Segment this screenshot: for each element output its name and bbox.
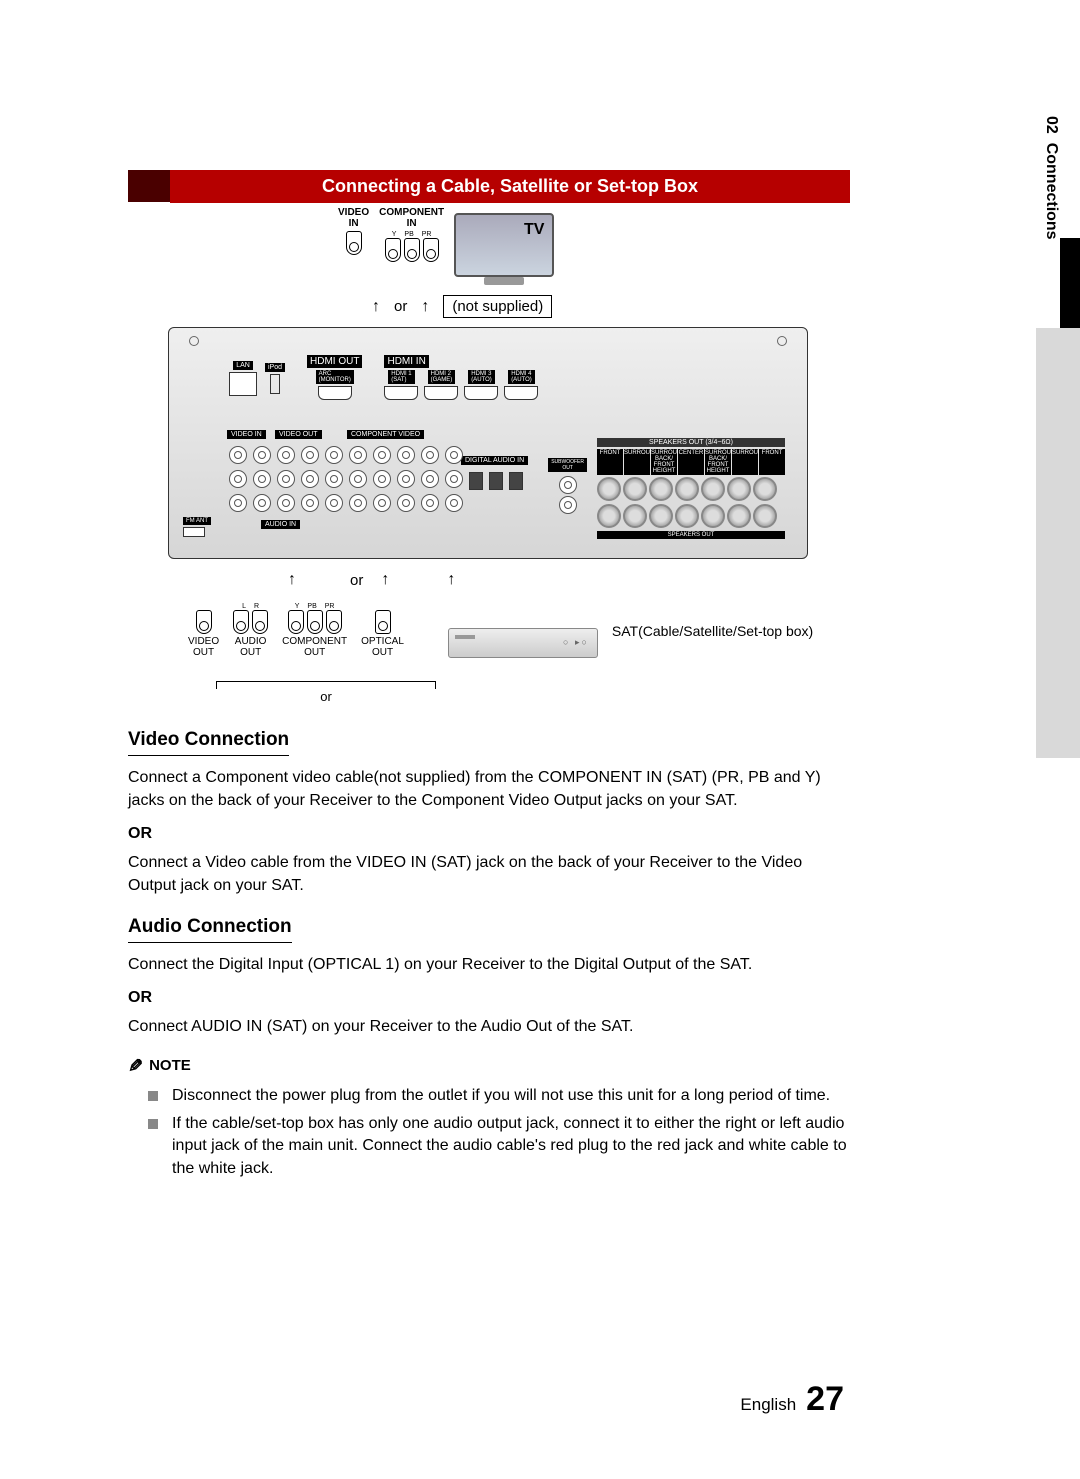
note-item: Disconnect the power plug from the outle… bbox=[172, 1085, 850, 1107]
tv-label: TV bbox=[524, 221, 544, 239]
rca-jack bbox=[385, 238, 401, 262]
digital-audio-section-label: DIGITAL AUDIO IN bbox=[461, 456, 528, 465]
pin-y: Y bbox=[392, 231, 397, 238]
hdmi-port: HDMI 1(SAT) bbox=[384, 370, 418, 402]
subwoofer-out: SUBWOOFEROUT bbox=[548, 458, 587, 514]
chapter-label: 02 Connections bbox=[1036, 98, 1060, 328]
chapter-number: 02 bbox=[1043, 116, 1060, 134]
or-text: or bbox=[350, 572, 363, 589]
component-section-label: COMPONENT VIDEO bbox=[347, 430, 424, 439]
or-word: OR bbox=[128, 986, 850, 1009]
component-in-block: COMPONENTIN Y PB PR bbox=[379, 207, 444, 262]
arrow-up-icon: ↑ bbox=[381, 571, 389, 589]
hdmi-port: HDMI 2(GAME) bbox=[424, 370, 458, 402]
header-accent bbox=[128, 170, 170, 202]
arrow-up-icon: ↑ bbox=[372, 298, 380, 316]
hdmi-out-port: ARC(MONITOR) bbox=[307, 370, 362, 402]
speaker-terminals: SPEAKERS OUT (3/4~6Ω) FRONT SURROUND SUR… bbox=[597, 438, 785, 539]
or-text: or bbox=[320, 689, 332, 704]
lower-arrow-row: ↑ or ↑ ↑ bbox=[288, 571, 455, 589]
speaker-title: SPEAKERS OUT (3/4~6Ω) bbox=[597, 438, 785, 447]
rca-grid bbox=[229, 446, 467, 516]
video-connection-heading: Video Connection bbox=[128, 726, 289, 756]
hdmi-in-label: HDMI IN bbox=[384, 355, 428, 368]
chapter-tab: 02 Connections bbox=[1036, 98, 1080, 328]
note-label: NOTE bbox=[149, 1055, 191, 1077]
ipod-port: iPod bbox=[265, 363, 285, 394]
arrow-up-icon: ↑ bbox=[288, 571, 296, 589]
pencil-icon: ✎ bbox=[128, 1053, 143, 1079]
optical-ports bbox=[469, 472, 523, 490]
rca-jack bbox=[423, 238, 439, 262]
pin-pb: PB bbox=[404, 231, 413, 238]
footer-lang: English bbox=[740, 1395, 796, 1415]
section-header-text: Connecting a Cable, Satellite or Set-top… bbox=[322, 176, 698, 196]
sat-box-label: SAT(Cable/Satellite/Set-top box) bbox=[612, 623, 813, 639]
note-list: Disconnect the power plug from the outle… bbox=[128, 1085, 850, 1181]
hdmi-out-label: HDMI OUT bbox=[307, 355, 362, 368]
arrow-up-icon: ↑ bbox=[421, 298, 429, 316]
hdmi-port: HDMI 4(AUTO) bbox=[504, 370, 538, 402]
tab-marker-black bbox=[1060, 238, 1080, 328]
tv-input-row: VIDEOIN COMPONENTIN Y PB PR bbox=[338, 207, 554, 277]
lan-port: LAN bbox=[229, 361, 257, 396]
note-item: If the cable/set-top box has only one au… bbox=[172, 1113, 850, 1180]
component-out-block: Y PB PR COMPONENTOUT bbox=[282, 603, 347, 658]
or-word: OR bbox=[128, 822, 850, 845]
chapter-title: Connections bbox=[1043, 143, 1060, 240]
page-number: 27 bbox=[806, 1380, 844, 1419]
note-title: ✎ NOTE bbox=[128, 1053, 850, 1079]
section-header: Connecting a Cable, Satellite or Set-top… bbox=[170, 170, 850, 203]
connection-diagram: VIDEOIN COMPONENTIN Y PB PR TV ↑ or ↑ (n… bbox=[128, 203, 850, 713]
receiver-top-ports: LAN iPod HDMI OUT ARC(MONITOR) HDMI IN H… bbox=[229, 348, 747, 408]
hdmi-port: HDMI 3(AUTO) bbox=[464, 370, 498, 402]
video-in-section-label: VIDEO IN bbox=[227, 430, 266, 439]
video-out-section-label: VIDEO OUT bbox=[275, 430, 322, 439]
rca-jack bbox=[404, 238, 420, 262]
optical-out-block: OPTICALOUT bbox=[361, 610, 404, 658]
rca-jack bbox=[346, 231, 362, 255]
cable-note-row: ↑ or ↑ (not supplied) bbox=[372, 295, 552, 318]
set-top-box-icon bbox=[448, 628, 598, 658]
tab-marker-gray bbox=[1036, 328, 1080, 758]
receiver-bottom-area: VIDEO IN VIDEO OUT COMPONENT VIDEO AUDIO… bbox=[179, 428, 797, 548]
video-p2: Connect a Video cable from the VIDEO IN … bbox=[128, 851, 850, 897]
note-block: ✎ NOTE Disconnect the power plug from th… bbox=[128, 1053, 850, 1181]
fm-ant-port: FM ANT bbox=[183, 514, 211, 537]
or-bracket: or bbox=[216, 681, 436, 704]
receiver-rear-panel: LAN iPod HDMI OUT ARC(MONITOR) HDMI IN H… bbox=[168, 327, 808, 559]
or-text: or bbox=[394, 298, 407, 315]
component-in-label: COMPONENTIN bbox=[379, 207, 444, 229]
video-in-block: VIDEOIN bbox=[338, 207, 369, 255]
arrow-up-icon: ↑ bbox=[447, 571, 455, 589]
page-footer: English 27 bbox=[740, 1380, 844, 1419]
audio-in-section-label: AUDIO IN bbox=[261, 520, 300, 529]
screw-icon bbox=[189, 336, 199, 346]
audio-out-block: L R AUDIOOUT bbox=[233, 603, 268, 658]
pin-pr: PR bbox=[422, 231, 432, 238]
video-in-label: VIDEOIN bbox=[338, 207, 369, 229]
video-out-block: VIDEOOUT bbox=[188, 610, 219, 658]
audio-connection-heading: Audio Connection bbox=[128, 913, 292, 943]
audio-p2: Connect AUDIO IN (SAT) on your Receiver … bbox=[128, 1015, 850, 1038]
screw-icon bbox=[777, 336, 787, 346]
audio-p1: Connect the Digital Input (OPTICAL 1) on… bbox=[128, 953, 850, 976]
speakers-out-label: SPEAKERS OUT bbox=[597, 531, 785, 539]
instruction-text: Video Connection Connect a Component vid… bbox=[128, 720, 850, 1186]
video-p1: Connect a Component video cable(not supp… bbox=[128, 766, 850, 812]
not-supplied-label: (not supplied) bbox=[443, 295, 552, 318]
sat-output-row: VIDEOOUT L R AUDIOOUT Y PB PR COMPONENTO… bbox=[188, 603, 813, 658]
